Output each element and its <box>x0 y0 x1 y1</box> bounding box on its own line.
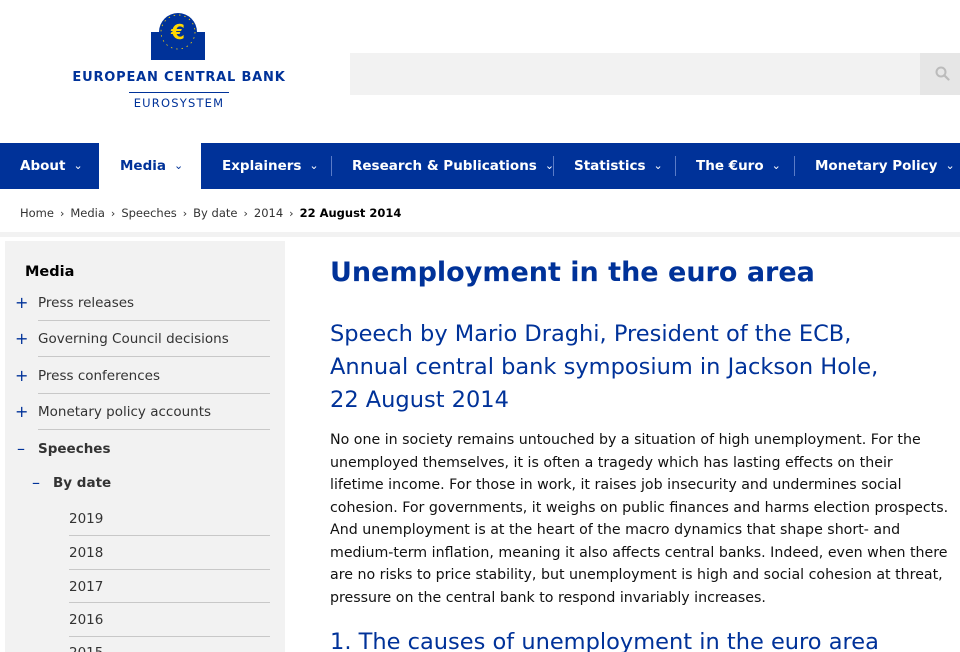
nav-item-research[interactable]: Research & Publications ⌄ <box>352 143 554 189</box>
breadcrumb-separator: › <box>243 207 248 220</box>
euro-emblem-icon: € <box>151 13 205 60</box>
sidebar-item-label: Governing Council decisions <box>38 331 229 347</box>
sidebar-divider <box>38 393 270 394</box>
site-header: € EUROPEAN CENTRAL BANK EUROSYSTEM <box>0 0 960 143</box>
sidebar-divider <box>69 636 270 637</box>
nav-label: Statistics <box>574 158 646 174</box>
breadcrumb-separator: › <box>289 207 294 220</box>
section-heading: 1. The causes of unemployment in the eur… <box>330 629 879 652</box>
breadcrumb-separator: › <box>110 207 116 220</box>
sidebar-divider <box>38 356 270 357</box>
sidebar-divider <box>69 569 270 570</box>
chevron-down-icon: ⌄ <box>653 159 663 172</box>
chevron-down-icon: ⌄ <box>945 159 955 172</box>
nav-label: About <box>20 158 66 174</box>
sidebar-divider <box>38 320 270 321</box>
chevron-down-icon: ⌄ <box>73 159 83 172</box>
nav-item-about[interactable]: About ⌄ <box>20 143 83 189</box>
nav-separator <box>675 156 676 176</box>
nav-item-explainers[interactable]: Explainers ⌄ <box>222 143 319 189</box>
breadcrumb-year[interactable]: 2014 <box>254 206 283 220</box>
logo-divider <box>129 92 229 93</box>
breadcrumb-media[interactable]: Media <box>70 206 105 220</box>
breadcrumb: Home › Media › Speeches › By date › 2014 › 22 Augu… <box>20 206 401 222</box>
sidebar: Media + Press releases + Governing Counc… <box>5 241 285 652</box>
nav-separator <box>553 156 554 176</box>
speech-subtitle: Speech by Mario Draghi, President of the… <box>330 318 950 417</box>
breadcrumb-separator: › <box>182 207 188 220</box>
nav-label: Monetary Policy <box>815 158 938 174</box>
breadcrumb-home[interactable]: Home <box>20 206 54 220</box>
subtitle-line: 22 August 2014 <box>330 387 509 413</box>
ecb-logo[interactable]: € EUROPEAN CENTRAL BANK EUROSYSTEM <box>64 12 294 112</box>
sidebar-item-label: Press conferences <box>38 368 160 384</box>
expand-icon[interactable]: + <box>15 330 28 348</box>
svg-text:€: € <box>170 20 185 44</box>
chevron-down-icon: ⌄ <box>174 159 184 172</box>
breadcrumb-speeches[interactable]: Speeches <box>121 206 176 220</box>
sidebar-subitem-label: By date <box>53 475 112 491</box>
main-nav: About ⌄ Media ⌄ Explainers ⌄ Research & Pub… <box>0 143 960 189</box>
collapse-icon[interactable]: – <box>30 474 42 492</box>
main-content: Unemployment in the euro area Speech by … <box>330 241 960 652</box>
sidebar-item-label: Monetary policy accounts <box>38 404 212 420</box>
year-label: 2015 <box>69 644 103 652</box>
nav-separator <box>331 156 332 176</box>
year-label: 2016 <box>69 612 104 628</box>
nav-label: The €uro <box>696 158 764 174</box>
sidebar-title: Media <box>25 264 75 280</box>
intro-paragraph: No one in society remains untouched by a… <box>330 432 949 606</box>
expand-icon[interactable]: + <box>15 367 28 385</box>
search-input[interactable] <box>350 53 920 95</box>
year-label: 2019 <box>69 511 104 527</box>
bank-name: EUROPEAN CENTRAL BANK <box>72 70 286 85</box>
nav-item-euro[interactable]: The €uro ⌄ <box>696 143 781 189</box>
year-label: 2017 <box>69 579 104 595</box>
sidebar-divider <box>38 429 270 430</box>
chevron-down-icon: ⌄ <box>309 159 319 172</box>
sidebar-item-label: Speeches <box>38 441 111 457</box>
expand-icon[interactable]: + <box>15 403 28 421</box>
nav-label: Research & Publications <box>352 158 537 174</box>
section-divider <box>0 232 960 237</box>
page-title: Unemployment in the euro area <box>330 257 815 288</box>
nav-label: Media <box>120 158 166 174</box>
sidebar-item-label: Press releases <box>38 295 135 311</box>
expand-icon[interactable]: + <box>15 294 28 312</box>
nav-item-statistics[interactable]: Statistics ⌄ <box>574 143 663 189</box>
breadcrumb-by-date[interactable]: By date <box>193 206 237 220</box>
search-button[interactable] <box>920 53 960 95</box>
breadcrumb-separator: › <box>59 207 65 220</box>
subtitle-line: Speech by Mario Draghi, President of the… <box>330 321 852 347</box>
chevron-down-icon: ⌄ <box>771 159 781 172</box>
nav-item-monetary-policy[interactable]: Monetary Policy ⌄ <box>815 143 955 189</box>
search-bar <box>350 53 960 95</box>
subtitle-line: Annual central bank symposium in Jackson… <box>330 354 879 380</box>
nav-item-media[interactable]: Media ⌄ <box>99 143 201 189</box>
breadcrumb-current: 22 August 2014 <box>299 206 402 220</box>
sidebar-divider <box>69 535 270 536</box>
nav-label: Explainers <box>222 158 302 174</box>
bank-subtitle: EUROSYSTEM <box>133 96 225 110</box>
collapse-icon[interactable]: – <box>15 440 27 458</box>
search-icon <box>935 66 950 81</box>
nav-separator <box>794 156 795 176</box>
year-label: 2018 <box>69 545 104 561</box>
sidebar-divider <box>69 602 270 603</box>
